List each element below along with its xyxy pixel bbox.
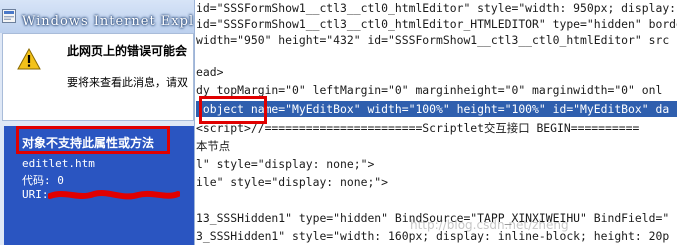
code-line: l" style="display: none;">: [196, 157, 375, 171]
error-uri-label: URI:: [22, 188, 49, 201]
watermark: http://blog.csdn.net/zheng: [410, 218, 569, 232]
code-line: <script>//=======================Scriptl…: [196, 121, 640, 135]
dialog-titlebar[interactable]: Windows Internet Expl: [0, 0, 194, 33]
code-line: 本节点: [196, 139, 231, 153]
error-file: editlet.htm: [22, 157, 95, 170]
object-tag-highlight-box: [199, 96, 267, 124]
error-message: 对象不支持此属性或方法: [22, 136, 155, 150]
code-line: width="950" height="432" id="SSSFormShow…: [196, 33, 670, 47]
ie-error-dialog: Windows Internet Expl 此网页上的错误可能会 要将来查看此消…: [0, 0, 195, 245]
dialog-headline: 此网页上的错误可能会: [67, 44, 188, 58]
dialog-prompt: 要将来查看此消息，请双: [67, 76, 188, 89]
code-line: ile" style="display: none;">: [196, 175, 389, 189]
code-line: id="SSSFormShow1__ctl3__ctl0_htmlEditor"…: [196, 1, 677, 15]
ie-app-icon: [2, 9, 16, 23]
code-line: dy topMargin="0" leftMargin="0" marginhe…: [196, 83, 663, 97]
redacted-uri-scribble: [48, 190, 180, 200]
dialog-message-pane: 此网页上的错误可能会 要将来查看此消息，请双: [2, 33, 194, 121]
warning-icon: [17, 48, 41, 70]
code-line: ead>: [196, 65, 224, 79]
error-code: 代码: 0: [22, 174, 64, 187]
code-line: id="SSSFormShow1__ctl3__ctl0_htmlEditor_…: [196, 17, 677, 31]
code-line-selected: object name="MyEditBox" width="100%" hei…: [196, 101, 677, 117]
dialog-title: Windows Internet Expl: [22, 14, 195, 29]
